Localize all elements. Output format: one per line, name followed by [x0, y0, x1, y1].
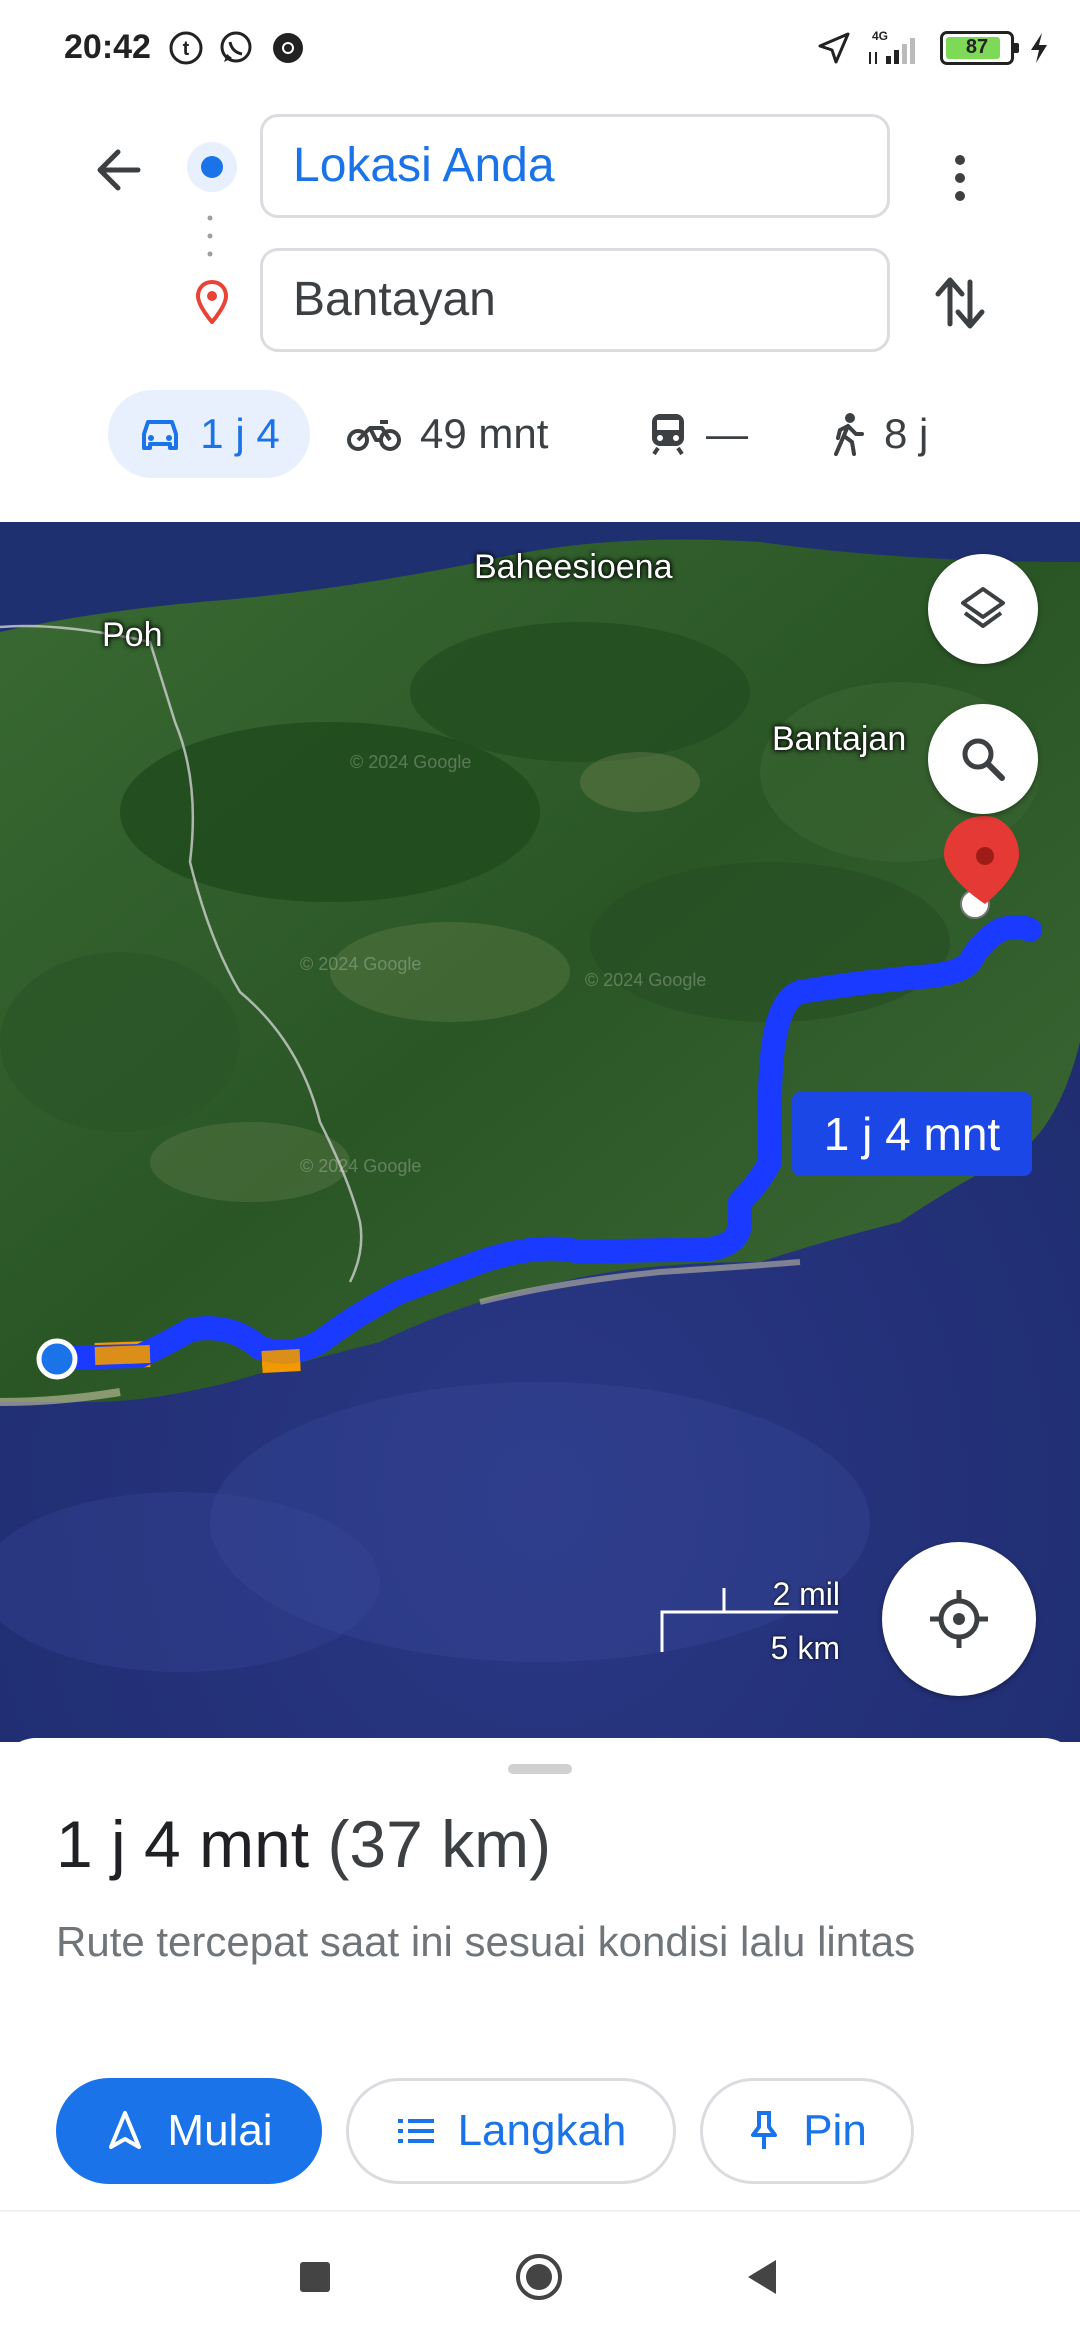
chrome-icon — [273, 33, 303, 63]
route-description: Rute tercepat saat ini sesuai kondisi la… — [56, 1918, 916, 1965]
route-summary-title: 1 j 4 mnt (37 km) — [56, 1806, 551, 1882]
mode-transit-time: — — [706, 410, 748, 457]
swap-icon[interactable] — [930, 268, 990, 338]
steps-button[interactable]: Langkah — [346, 2078, 676, 2184]
network-type: 4G — [872, 29, 888, 43]
map-label-bantajan: Bantajan — [772, 720, 907, 758]
start-button[interactable]: Mulai — [56, 2078, 322, 2184]
route-eta-label[interactable]: 1 j 4 mnt — [792, 1092, 1032, 1176]
charging-icon — [1031, 33, 1047, 63]
walking-icon — [834, 413, 864, 456]
svg-text:t: t — [183, 38, 190, 60]
route-summary-sheet[interactable]: 1 j 4 mnt (37 km) Rute tercepat saat ini… — [0, 1738, 1080, 2210]
status-time: 20:42 — [64, 28, 151, 66]
mode-car-time: 1 j 4 — [200, 410, 280, 457]
connector-dots — [207, 215, 213, 257]
route-duration: 1 j 4 mnt — [56, 1807, 310, 1881]
route-origin-marker — [36, 1338, 78, 1380]
mode-walk[interactable]: 8 j — [830, 390, 928, 478]
mode-transit[interactable]: — — [648, 390, 748, 478]
directions-header: Lokasi Anda Bantayan 1 j 4 49 mnt — 8 j — [0, 100, 1080, 520]
whatsapp-icon — [220, 31, 252, 63]
map-label-baheesioena: Baheesioena — [474, 548, 673, 586]
battery-icon: 87 — [940, 31, 1019, 65]
map-watermark: © 2024 Google — [350, 752, 472, 772]
mode-walk-time: 8 j — [884, 410, 929, 457]
back-arrow-icon[interactable] — [90, 140, 150, 200]
my-location-button[interactable] — [882, 1542, 1036, 1696]
origin-dot-icon — [187, 142, 237, 192]
system-nav-bar — [0, 2210, 1080, 2342]
map-view[interactable]: Baheesioena Poh Bantajan © 2024 Google ©… — [0, 522, 1080, 1742]
home-icon[interactable] — [514, 2252, 564, 2302]
scale-imperial: 2 mil — [772, 1576, 840, 1612]
map-label-poh: Poh — [102, 616, 163, 654]
route-distance: (37 km) — [327, 1807, 552, 1881]
map-scale: 2 mil 5 km — [660, 1576, 840, 1666]
map-watermark: © 2024 Google — [585, 970, 707, 990]
car-icon — [142, 420, 179, 450]
motorcycle-icon — [347, 420, 401, 451]
scale-metric: 5 km — [770, 1630, 840, 1666]
layers-icon — [961, 587, 1005, 628]
origin-field[interactable]: Lokasi Anda — [260, 114, 890, 218]
map-watermark: © 2024 Google — [300, 1156, 422, 1176]
map-watermark: © 2024 Google — [300, 954, 422, 974]
pin-icon — [751, 2111, 778, 2149]
pin-button-label: Pin — [803, 2106, 867, 2155]
pin-button[interactable]: Pin — [700, 2078, 914, 2184]
search-along-route-button[interactable] — [928, 704, 1038, 814]
steps-button-label: Langkah — [457, 2106, 627, 2155]
travel-modes: 1 j 4 49 mnt — 8 j — [108, 390, 1008, 478]
more-options-icon[interactable] — [945, 148, 975, 208]
battery-percent: 87 — [965, 36, 989, 58]
mode-motorcycle[interactable]: 49 mnt — [346, 390, 548, 478]
tumblr-icon: t — [169, 31, 203, 65]
status-bar: 20:42 t 4G 87 — [0, 0, 1080, 100]
train-icon — [652, 414, 684, 456]
search-icon — [962, 738, 1005, 781]
destination-field[interactable]: Bantayan — [260, 248, 890, 352]
mode-motorcycle-time: 49 mnt — [420, 410, 549, 457]
sheet-drag-handle[interactable] — [508, 1764, 572, 1774]
layers-button[interactable] — [928, 554, 1038, 664]
list-icon — [397, 2119, 434, 2143]
mode-car[interactable]: 1 j 4 — [108, 390, 310, 478]
back-icon[interactable] — [738, 2252, 788, 2302]
signal-icon: 4G — [869, 29, 915, 64]
location-arrow-icon — [818, 32, 850, 64]
destination-pin-icon — [195, 280, 229, 324]
crosshair-icon — [930, 1590, 988, 1648]
start-button-label: Mulai — [167, 2106, 273, 2155]
recents-icon[interactable] — [290, 2252, 340, 2302]
navigation-arrow-icon — [109, 2111, 142, 2149]
